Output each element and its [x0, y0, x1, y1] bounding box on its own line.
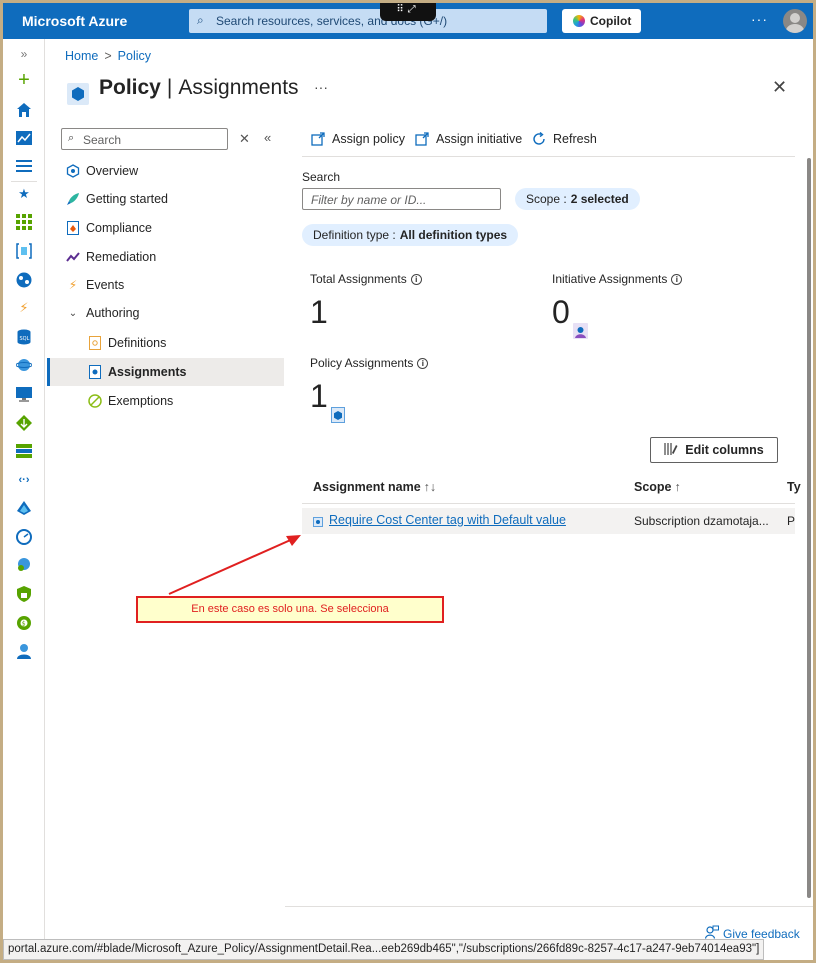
status-bar-url: portal.azure.com/#blade/Microsoft_Azure_… — [3, 939, 765, 960]
footer-divider — [285, 906, 813, 907]
annotation-callout: En este caso es solo una. Se selecciona — [136, 596, 444, 623]
annotation-arrow — [168, 535, 301, 595]
azure-portal-window: Microsoft Azure ⌕ Search resources, serv… — [3, 3, 813, 960]
